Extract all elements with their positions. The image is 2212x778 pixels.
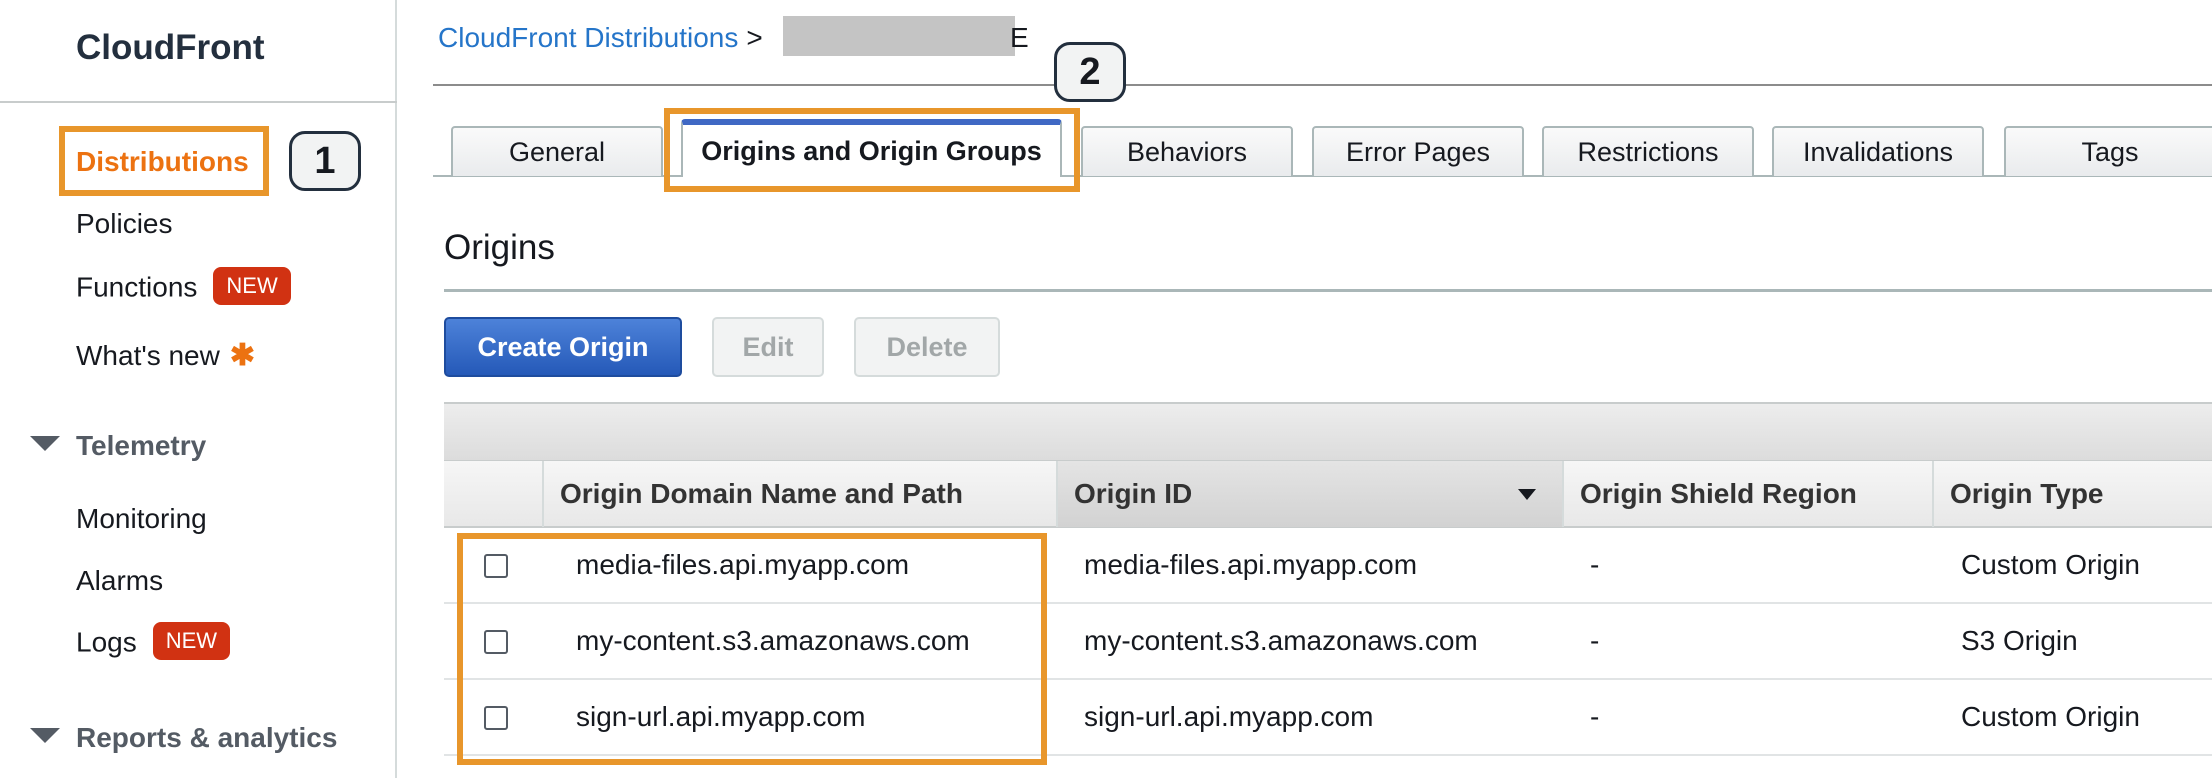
- brand-title[interactable]: CloudFront: [76, 28, 265, 68]
- telemetry-header-label: Telemetry: [76, 430, 207, 461]
- telemetry-section-toggle[interactable]: Telemetry: [30, 430, 206, 462]
- new-badge: NEW: [213, 267, 291, 305]
- sidebar-item-distributions[interactable]: Distributions: [76, 146, 249, 178]
- column-header-origin-type[interactable]: Origin Type: [1932, 461, 2212, 527]
- callout-badge-1: 1: [289, 131, 361, 191]
- edit-button[interactable]: Edit: [712, 317, 824, 377]
- tab-tags[interactable]: Tags: [2004, 126, 2212, 176]
- breadcrumb-current-fragment: E: [1010, 22, 1029, 53]
- sidebar-item-label: Distributions: [76, 146, 249, 177]
- table-row[interactable]: sign-url.api.myapp.com sign-url.api.myap…: [444, 680, 2212, 756]
- cell-domain: my-content.s3.amazonaws.com: [576, 625, 970, 656]
- table-row[interactable]: media-files.api.myapp.com media-files.ap…: [444, 528, 2212, 604]
- sidebar-item-policies[interactable]: Policies: [76, 208, 172, 240]
- sidebar-item-monitoring[interactable]: Monitoring: [76, 503, 207, 535]
- tab-general[interactable]: General: [451, 126, 663, 176]
- sidebar-item-label: Monitoring: [76, 503, 207, 534]
- column-header-shield-region[interactable]: Origin Shield Region: [1562, 461, 1932, 527]
- column-header-origin-id[interactable]: Origin ID: [1056, 461, 1562, 527]
- asterisk-icon: ✱: [229, 339, 255, 372]
- header-divider: [433, 84, 2212, 86]
- sort-descending-icon: [1518, 489, 1536, 500]
- cell-shield-region: -: [1590, 701, 1600, 732]
- table-toolbar: [444, 402, 2212, 460]
- sidebar-item-logs[interactable]: Logs NEW: [76, 622, 231, 663]
- sidebar-item-label: What's new: [76, 340, 220, 371]
- tab-invalidations[interactable]: Invalidations: [1772, 126, 1984, 176]
- row-checkbox[interactable]: [484, 630, 508, 654]
- tab-error-pages[interactable]: Error Pages: [1312, 126, 1524, 176]
- table-header: Origin Domain Name and Path Origin ID Or…: [444, 460, 2212, 528]
- tab-behaviors[interactable]: Behaviors: [1081, 126, 1293, 176]
- reports-header-label: Reports & analytics: [76, 722, 338, 753]
- sidebar-item-whats-new[interactable]: What's new ✱: [76, 338, 255, 373]
- sidebar-item-label: Logs: [76, 626, 137, 658]
- cell-origin-type: Custom Origin: [1961, 701, 2140, 732]
- breadcrumb: CloudFront Distributions >: [438, 22, 771, 54]
- sidebar-item-label: Alarms: [76, 565, 164, 596]
- redacted-distribution-id: [783, 16, 1015, 56]
- row-checkbox[interactable]: [484, 706, 508, 730]
- column-header-domain[interactable]: Origin Domain Name and Path: [542, 461, 1056, 527]
- cell-origin-id: media-files.api.myapp.com: [1084, 549, 1418, 580]
- cell-shield-region: -: [1590, 549, 1600, 580]
- sidebar-item-alarms[interactable]: Alarms: [76, 565, 163, 597]
- breadcrumb-separator: >: [746, 22, 763, 53]
- sidebar-divider: [0, 101, 397, 103]
- cell-origin-id: my-content.s3.amazonaws.com: [1084, 625, 1478, 656]
- cell-domain: media-files.api.myapp.com: [576, 549, 910, 580]
- sidebar: CloudFront Distributions Policies Functi…: [0, 0, 397, 778]
- breadcrumb-link-distributions[interactable]: CloudFront Distributions: [438, 22, 738, 53]
- cell-origin-id: sign-url.api.myapp.com: [1084, 701, 1374, 732]
- create-origin-button[interactable]: Create Origin: [444, 317, 682, 377]
- sidebar-item-label: Policies: [76, 208, 173, 239]
- cell-shield-region: -: [1590, 625, 1600, 656]
- sidebar-item-label: Functions: [76, 271, 198, 303]
- cell-domain: sign-url.api.myapp.com: [576, 701, 866, 732]
- row-checkbox[interactable]: [484, 554, 508, 578]
- cell-origin-type: Custom Origin: [1961, 549, 2140, 580]
- section-divider: [444, 289, 2212, 292]
- reports-section-toggle[interactable]: Reports & analytics: [30, 722, 337, 754]
- new-badge: NEW: [152, 622, 231, 660]
- delete-button[interactable]: Delete: [854, 317, 1000, 377]
- tab-restrictions[interactable]: Restrictions: [1542, 126, 1754, 176]
- cell-origin-type: S3 Origin: [1961, 625, 2078, 656]
- section-title-origins: Origins: [444, 228, 555, 267]
- caret-down-icon: [30, 728, 60, 743]
- callout-badge-2: 2: [1054, 42, 1126, 102]
- caret-down-icon: [30, 436, 60, 451]
- tab-origins-and-origin-groups[interactable]: Origins and Origin Groups: [681, 119, 1062, 177]
- sidebar-item-functions[interactable]: Functions NEW: [76, 267, 291, 308]
- select-column-header: [444, 461, 542, 527]
- column-header-label: Origin ID: [1074, 478, 1193, 509]
- table-row[interactable]: my-content.s3.amazonaws.com my-content.s…: [444, 604, 2212, 680]
